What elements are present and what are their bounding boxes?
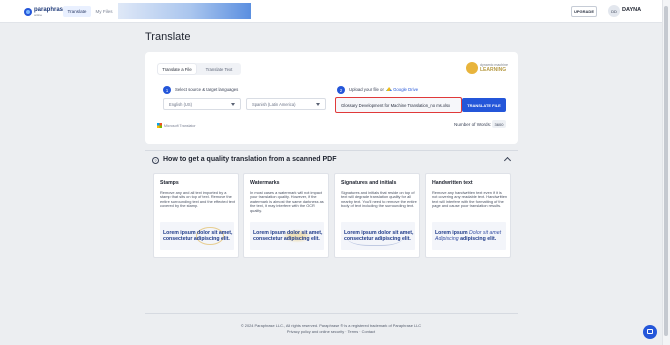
step-2-badge: 2 [337, 86, 345, 94]
tip-example-image: Lorem ipsum dolor sit amet, consectetur … [250, 222, 324, 250]
tip-card-signatures: Signatures and initials Signatures and i… [334, 173, 420, 258]
uploaded-file-name: Glossary Development for Machine Transla… [341, 102, 451, 108]
nav-tab-my-files[interactable]: My Files [94, 6, 114, 17]
tip-body: In most cases a watermark will not impac… [250, 190, 324, 213]
step-1-label: Select source & target languages [175, 87, 239, 92]
tab-translate-text[interactable]: Translate Text [199, 64, 239, 74]
avatar[interactable]: DD [608, 5, 620, 17]
word-count-label: Number of Words: [454, 122, 492, 127]
chat-widget-button[interactable] [643, 325, 657, 339]
chevron-up-icon[interactable] [503, 156, 512, 165]
source-language-select[interactable]: English (US) [163, 98, 241, 110]
tip-example-text: Lorem ipsum dolor sit amet, consectetur … [344, 230, 414, 242]
tip-title: Signatures and initials [341, 180, 397, 186]
tip-example-image: Lorem ipsum dolor sit amet, consectetur … [341, 222, 415, 250]
tip-body: Remove any handwritten text even if it i… [432, 190, 508, 209]
scrollbar-thumb[interactable] [664, 6, 668, 336]
partner-logo: dynamic machine LEARNING [466, 61, 510, 75]
brand-sub: online [34, 12, 43, 17]
top-bar: paraphrase online Translate My Files UPG… [0, 0, 662, 23]
tip-title: Handwritten text [432, 180, 473, 186]
tip-body: Signatures and initials that reside on t… [341, 190, 417, 209]
tip-example-text: Lorem ipsum dolor sit amet, consectetur … [253, 230, 323, 242]
translate-file-button[interactable]: TRANSLATE FILE [462, 98, 506, 112]
footer-copyright: © 2024 Paraphrase LLC., All rights reser… [240, 323, 422, 328]
tab-translate-file[interactable]: Translate a File [158, 64, 196, 74]
footer-links[interactable]: Privacy policy and online security · Ter… [0, 329, 662, 334]
question-icon: ? [152, 157, 159, 164]
uploaded-file-field[interactable]: Glossary Development for Machine Transla… [335, 97, 462, 113]
tip-title: Watermarks [250, 180, 280, 186]
tip-card-handwritten: Handwritten text Remove any handwritten … [425, 173, 511, 258]
brand-mark-icon [24, 7, 32, 16]
tip-example-image: Lorem ipsum dolor sit amet, consectetur … [160, 222, 234, 250]
brand-logo[interactable]: paraphrase online [24, 5, 66, 18]
howto-header[interactable]: ? How to get a quality translation from … [145, 155, 518, 167]
microsoft-translator-badge: Microsoft Translator [157, 123, 196, 128]
step-2-label: Upload your file or Google Drive [349, 87, 418, 92]
google-drive-link[interactable]: Google Drive [393, 87, 418, 92]
google-drive-icon[interactable] [386, 87, 393, 91]
tip-example-handwriting-2: Adipiscing [435, 236, 459, 242]
user-name[interactable]: DAYNA [622, 7, 641, 13]
nav-tab-translate[interactable]: Translate [63, 6, 91, 17]
partner-logo-icon [466, 62, 478, 74]
tip-example-text: Lorem ipsum dolor sit amet, consectetur … [163, 230, 233, 242]
promo-banner[interactable] [118, 3, 251, 19]
microsoft-translator-label: Microsoft Translator [164, 123, 196, 128]
divider [145, 150, 518, 151]
tip-title: Stamps [160, 180, 179, 186]
translate-card: Translate a File Translate Text dynamic … [145, 52, 518, 144]
target-language-select[interactable]: Spanish (Latin America) [246, 98, 326, 110]
microsoft-logo-icon [157, 123, 162, 128]
tip-card-watermarks: Watermarks In most cases a watermark wil… [243, 173, 329, 258]
tip-example-text-c: adipiscing elit. [460, 236, 497, 242]
step-2-label-text: Upload your file or [349, 87, 384, 92]
tip-example-image: Lorem ipsum Dolor sit amet Adipiscing ad… [432, 222, 506, 250]
brand-name: paraphrase [34, 6, 67, 13]
upgrade-button[interactable]: UPGRADE [571, 6, 597, 17]
chevron-down-icon [231, 103, 235, 106]
tip-example-text: Lorem ipsum Dolor sit amet Adipiscing ad… [435, 230, 506, 242]
tip-card-stamps: Stamps Remove any and all text imported … [153, 173, 239, 258]
target-language-value: Spanish (Latin America) [252, 101, 296, 107]
source-language-value: English (US) [169, 101, 192, 107]
word-count-value: 3600 [492, 120, 506, 128]
page-title: Translate [145, 31, 191, 43]
partner-logo-line2: LEARNING [480, 67, 507, 73]
mode-switch: Translate a File Translate Text [157, 63, 241, 75]
chat-icon [647, 329, 653, 334]
howto-title: How to get a quality translation from a … [163, 156, 337, 163]
chevron-down-icon [316, 103, 320, 106]
footer-divider [145, 313, 518, 314]
tip-body: Remove any and all text imported by a st… [160, 190, 235, 209]
step-1-badge: 1 [163, 86, 171, 94]
